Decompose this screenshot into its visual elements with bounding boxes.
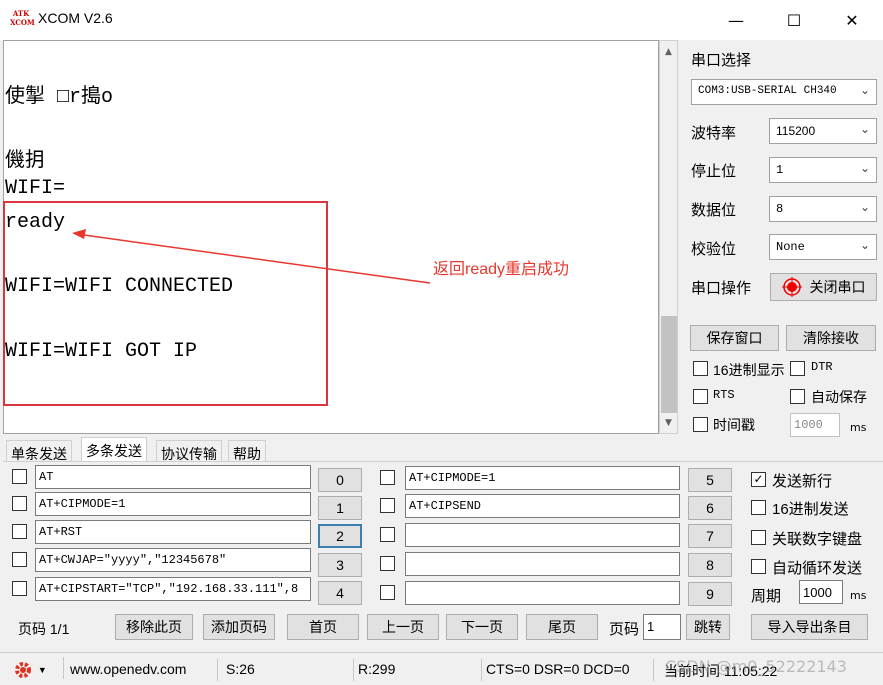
page-indicator: 页码 1/1 (18, 621, 70, 637)
baud-select[interactable]: 115200 ⌄ (769, 118, 877, 144)
rts-label: RTS (713, 388, 735, 402)
tab-protocol[interactable]: 协议传输 (156, 440, 222, 462)
databits-select[interactable]: 8 ⌄ (769, 196, 877, 222)
send-input[interactable]: AT (35, 465, 311, 489)
hex-send-checkbox[interactable] (751, 500, 766, 515)
timestamp-checkbox[interactable] (693, 417, 708, 432)
received-count: R:299 (354, 659, 482, 681)
hex-display-checkbox[interactable] (693, 361, 708, 376)
link-keypad-label: 关联数字键盘 (772, 531, 863, 548)
tab-multi-send[interactable]: 多条发送 (81, 437, 147, 462)
auto-save-checkbox[interactable] (790, 389, 805, 404)
send-input[interactable]: AT+CIPSTART="TCP","192.168.33.111",8 (35, 577, 311, 601)
databits-label: 数据位 (691, 202, 737, 219)
send-input[interactable]: AT+CIPMODE=1 (35, 492, 311, 516)
dtr-label: DTR (811, 360, 833, 374)
send-row-checkbox[interactable] (12, 469, 27, 484)
send-input[interactable]: AT+CIPMODE=1 (405, 466, 680, 490)
send-row-checkbox[interactable] (380, 527, 395, 542)
watermark: CSDN @m0_52222143 (665, 657, 847, 676)
timestamp-label: 时间戳 (713, 417, 755, 433)
add-page-button[interactable]: 添加页码 (203, 614, 275, 640)
send-row-checkbox[interactable] (12, 552, 27, 567)
send-row-checkbox[interactable] (380, 470, 395, 485)
send-row-checkbox[interactable] (380, 498, 395, 513)
hex-display-label: 16进制显示 (713, 362, 785, 378)
website-link[interactable]: www.openedv.com (66, 659, 218, 681)
port-status-icon (781, 277, 802, 297)
annotation-text: 返回ready重启成功 (433, 261, 570, 278)
stopbits-label: 停止位 (691, 163, 737, 180)
parity-label: 校验位 (691, 241, 737, 258)
send-row-checkbox[interactable] (12, 581, 27, 596)
parity-select[interactable]: None ⌄ (769, 234, 877, 260)
timestamp-input[interactable]: 1000 (790, 413, 840, 437)
send-button-3[interactable]: 3 (318, 553, 362, 577)
send-input[interactable]: AT+CWJAP="yyyy","12345678" (35, 548, 311, 572)
line-status: CTS=0 DSR=0 DCD=0 (482, 659, 654, 681)
dtr-checkbox[interactable] (790, 361, 805, 376)
period-input[interactable]: 1000 (799, 580, 843, 604)
send-button-2[interactable]: 2 (318, 524, 362, 548)
send-input[interactable] (405, 552, 680, 576)
period-label: 周期 (751, 588, 782, 605)
tab-single-send[interactable]: 单条发送 (6, 440, 72, 462)
tab-help[interactable]: 帮助 (228, 440, 266, 462)
period-unit: ms (850, 589, 867, 602)
send-row-checkbox[interactable] (380, 556, 395, 571)
clear-receive-button[interactable]: 清除接收 (786, 325, 876, 351)
send-row-checkbox[interactable] (12, 496, 27, 511)
page-input[interactable]: 1 (643, 614, 681, 640)
send-button-5[interactable]: 5 (688, 468, 732, 492)
settings-menu[interactable]: ▼ (8, 657, 64, 679)
timestamp-unit: ms (850, 421, 867, 434)
baud-label: 波特率 (691, 125, 737, 142)
send-input[interactable] (405, 581, 680, 605)
send-button-8[interactable]: 8 (688, 553, 732, 577)
link-keypad-checkbox[interactable] (751, 530, 766, 545)
port-select[interactable]: COM3:USB-SERIAL CH340 ⌄ (691, 79, 877, 105)
send-button-7[interactable]: 7 (688, 524, 732, 548)
send-row-checkbox[interactable] (12, 524, 27, 539)
auto-loop-label: 自动循环发送 (772, 560, 863, 577)
send-row-checkbox[interactable] (380, 585, 395, 600)
port-label: 串口选择 (691, 52, 752, 69)
rts-checkbox[interactable] (693, 389, 708, 404)
send-input[interactable] (405, 523, 680, 547)
send-button-0[interactable]: 0 (318, 468, 362, 492)
remove-page-button[interactable]: 移除此页 (115, 614, 193, 640)
hex-send-label: 16进制发送 (772, 501, 849, 518)
close-port-button[interactable]: 关闭串口 (770, 273, 877, 301)
save-window-button[interactable]: 保存窗口 (690, 325, 779, 351)
auto-save-label: 自动保存 (811, 389, 867, 405)
send-newline-label: 发送新行 (772, 473, 833, 490)
gear-icon[interactable] (12, 659, 34, 681)
page-input-label: 页码 (609, 621, 640, 638)
sent-count: S:26 (222, 659, 354, 681)
stopbits-select[interactable]: 1 ⌄ (769, 157, 877, 183)
dropdown-icon[interactable]: ▼ (38, 665, 47, 675)
prev-page-button[interactable]: 上一页 (367, 614, 439, 640)
next-page-button[interactable]: 下一页 (446, 614, 518, 640)
status-bar: ▼ www.openedv.com S:26 R:299 CTS=0 DSR=0… (0, 652, 883, 685)
send-button-9[interactable]: 9 (688, 582, 732, 606)
import-export-button[interactable]: 导入导出条目 (751, 614, 868, 640)
send-button-6[interactable]: 6 (688, 496, 732, 520)
send-input[interactable]: AT+RST (35, 520, 311, 544)
jump-button[interactable]: 跳转 (686, 614, 730, 640)
send-newline-checkbox[interactable]: ✓ (751, 472, 766, 487)
last-page-button[interactable]: 尾页 (526, 614, 598, 640)
send-button-4[interactable]: 4 (318, 581, 362, 605)
port-op-label: 串口操作 (691, 280, 752, 297)
send-button-1[interactable]: 1 (318, 496, 362, 520)
first-page-button[interactable]: 首页 (287, 614, 359, 640)
auto-loop-checkbox[interactable] (751, 559, 766, 574)
send-input[interactable]: AT+CIPSEND (405, 494, 680, 518)
